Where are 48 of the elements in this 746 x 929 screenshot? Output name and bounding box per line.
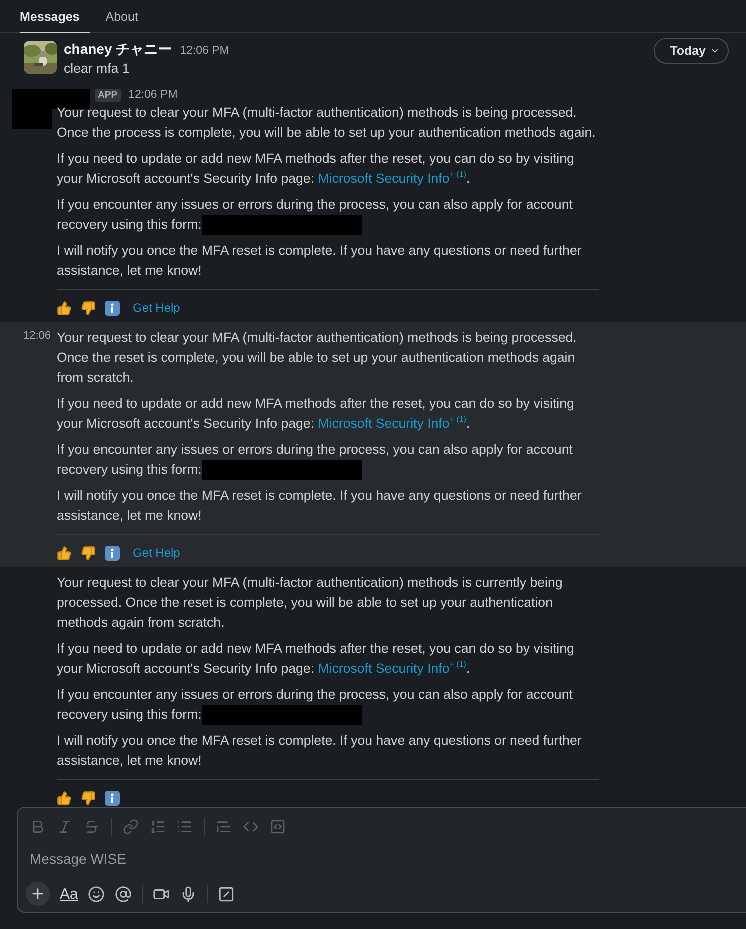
- message-input[interactable]: Message WISE: [30, 849, 734, 869]
- message-text: If you need to update or add new MFA methods after the reset, you can do so by visiting your Microsoft account's Security Info page: Microsoft Security Info$^{+ (1)}$.: [57, 150, 576, 188]
- emoji-icon[interactable]: [88, 886, 106, 902]
- add-button[interactable]: [26, 882, 50, 906]
- message-text: If you encounter any issues or errors during the process, you can also apply for account recovery using this form:: [57, 195, 599, 235]
- bulleted-list-icon[interactable]: [177, 819, 193, 835]
- plus-icon: [30, 886, 46, 902]
- message-time: 12:06 PM: [180, 45, 230, 57]
- thumbs-up-icon[interactable]: [57, 300, 72, 316]
- sender-name[interactable]: chaney チャニー: [64, 41, 172, 59]
- message-text: Your request to clear your MFA (multi-factor authentication) methods is currently being processed. Once the reset is complete, you will be able to set up your authentication methods again from scratch.: [57, 574, 564, 632]
- message-time: 12:06: [23, 329, 52, 344]
- italic-icon[interactable]: [57, 819, 73, 835]
- date-button[interactable]: Today: [654, 38, 729, 64]
- get-help-link[interactable]: Get Help: [133, 546, 180, 560]
- thumbs-up-icon[interactable]: [57, 790, 72, 806]
- tab[interactable]: About: [106, 0, 148, 34]
- info-icon[interactable]: [105, 790, 120, 806]
- code-block-icon[interactable]: [270, 819, 286, 835]
- info-icon[interactable]: [105, 546, 120, 560]
- message-text: Your request to clear your MFA (multi-factor authentication) methods is being processed. Once the process is complete, you will be able to set up your authentication methods again.: [57, 104, 597, 142]
- message-text: If you encounter any issues or errors during the process, you can also apply for account recovery using this form:: [57, 685, 599, 725]
- message-text: I will notify you once the MFA reset is complete. If you have any questions or need further assistance, let me know!: [57, 732, 583, 770]
- info-icon[interactable]: [105, 300, 120, 316]
- message-text: I will notify you once the MFA reset is complete. If you have any questions or need further assistance, let me know!: [57, 487, 583, 525]
- thumbs-up-icon[interactable]: [57, 546, 72, 560]
- numbered-list-icon[interactable]: [150, 819, 166, 835]
- message-text: I will notify you once the MFA reset is complete. If you have any questions or need further assistance, let me know!: [57, 242, 583, 280]
- message-text: clear mfa 1: [64, 60, 131, 78]
- slash-command-icon[interactable]: [218, 886, 236, 902]
- format-button[interactable]: Aa: [60, 886, 78, 902]
- mention-icon[interactable]: [115, 886, 132, 902]
- security-info-link[interactable]: Microsoft Security Info$^{+ (1)}$: [318, 416, 466, 431]
- thumbs-down-icon[interactable]: [81, 546, 96, 560]
- get-help-link[interactable]: Get Help: [133, 301, 180, 315]
- link-icon[interactable]: [123, 819, 139, 835]
- message-text: Your request to clear your MFA (multi-factor authentication) methods is being processed. Once the reset is complete, you will be able to set up your authentication methods again from scratch.: [57, 329, 578, 387]
- thumbs-down-icon[interactable]: [81, 300, 96, 316]
- thumbs-down-icon[interactable]: [81, 790, 96, 806]
- quote-icon[interactable]: [216, 819, 232, 835]
- message-text: If you encounter any issues or errors during the process, you can also apply for account recovery using this form:: [57, 440, 599, 480]
- app-badge: APP: [95, 89, 121, 102]
- message-text: If you need to update or add new MFA methods after the reset, you can do so by visiting your Microsoft account's Security Info page: Microsoft Security Info$^{+ (1)}$.: [57, 395, 576, 433]
- message-time: 12:06 PM: [128, 89, 178, 101]
- message-text: If you need to update or add new MFA methods after the reset, you can do so by visiting your Microsoft account's Security Info page: Microsoft Security Info$^{+ (1)}$.: [57, 640, 576, 678]
- strikethrough-icon[interactable]: [84, 819, 100, 835]
- security-info-link[interactable]: Microsoft Security Info$^{+ (1)}$: [318, 661, 466, 676]
- security-info-link[interactable]: Microsoft Security Info$^{+ (1)}$: [318, 171, 466, 186]
